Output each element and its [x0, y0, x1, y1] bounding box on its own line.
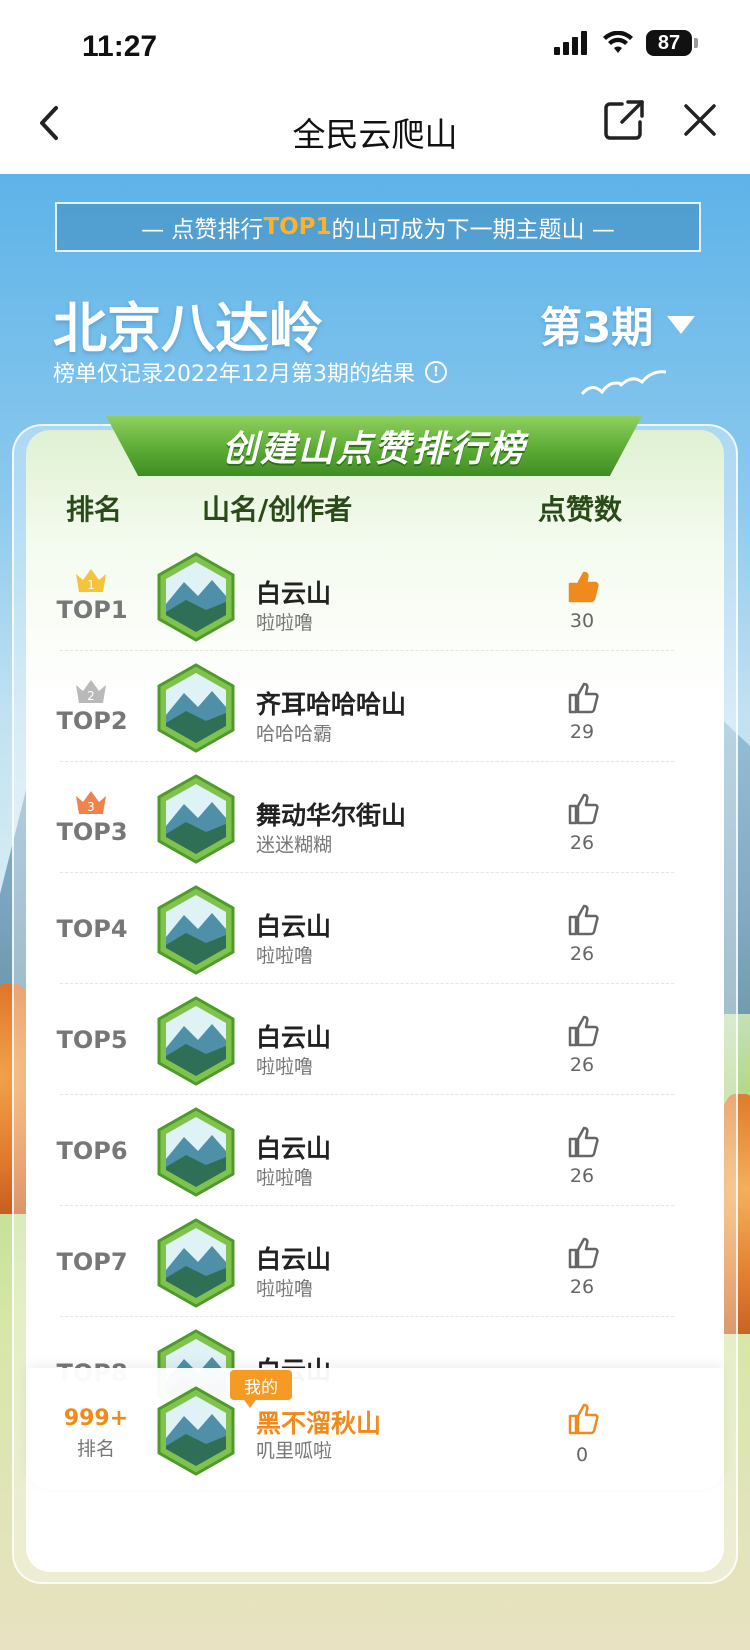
period-selector[interactable]: 第3期	[540, 294, 696, 355]
thumbs-up-icon[interactable]	[566, 1014, 600, 1048]
banner-prefix: — 点赞排行	[141, 217, 264, 243]
creator-name: 啦啦噜	[256, 612, 314, 634]
creator-name: 啦啦噜	[256, 1278, 314, 1300]
my-like-count: 0	[575, 1444, 589, 1466]
close-icon[interactable]	[680, 100, 720, 140]
rank-label: TOP6	[56, 1137, 128, 1165]
status-time: 11:27	[82, 30, 158, 63]
list-item[interactable]: TOP5 白云山啦啦噜 26	[26, 984, 724, 1095]
mountain-name: 白云山	[256, 1023, 332, 1052]
mountain-name: 舞动华尔街山	[256, 801, 407, 830]
info-icon[interactable]: !	[424, 361, 447, 383]
svg-text:1: 1	[87, 578, 95, 592]
my-rank-label: 排名	[76, 1438, 115, 1460]
period-label: 第3期	[540, 303, 654, 352]
creator-name: 迷迷糊糊	[256, 834, 333, 856]
caret-down-icon	[667, 315, 696, 334]
like-count: 26	[569, 1054, 595, 1076]
mountain-name: 白云山	[256, 912, 332, 941]
record-note: 榜单仅记录2022年12月第3期的结果 !	[53, 356, 447, 388]
rule-banner: — 点赞排行 TOP1 的山可成为下一期主题山 —	[55, 202, 701, 252]
like-count: 26	[569, 832, 595, 854]
my-tag: 我的	[230, 1370, 292, 1408]
mountain-badge-icon	[157, 996, 235, 1086]
column-rank: 排名	[66, 493, 123, 526]
list-item[interactable]: TOP4 白云山啦啦噜 26	[26, 873, 724, 984]
creator-name: 啦啦噜	[256, 945, 314, 967]
column-likes: 点赞数	[538, 493, 623, 526]
my-author: 叽里呱啦	[256, 1440, 333, 1462]
mountain-badge-icon	[157, 1386, 235, 1476]
thumbs-up-icon[interactable]	[566, 1125, 600, 1159]
battery-tip	[694, 38, 698, 48]
rank-label: TOP7	[56, 1248, 128, 1276]
mountain-badge-icon	[157, 1218, 235, 1308]
birds-icon	[580, 370, 667, 396]
my-rank: 999+	[63, 1406, 129, 1431]
mountain-badge-icon	[157, 663, 235, 753]
column-name: 山名/创作者	[202, 493, 353, 526]
list-item[interactable]: 1 TOP1 白云山啦啦噜 30	[26, 540, 724, 651]
creator-name: 啦啦噜	[256, 1167, 314, 1189]
thumbs-up-icon[interactable]	[566, 1402, 600, 1436]
creator-name: 啦啦噜	[256, 1056, 314, 1078]
like-count: 29	[569, 721, 595, 743]
thumbs-up-icon[interactable]	[566, 903, 600, 937]
my-entry[interactable]: 999+ 排名 我的 黑不溜秋山 叽里呱啦 0	[26, 1368, 724, 1490]
my-mountain-name: 黑不溜秋山	[256, 1409, 382, 1438]
status-icons: 87	[554, 30, 698, 56]
nav-bar: 全民云爬山	[0, 72, 750, 174]
share-icon[interactable]	[602, 98, 646, 142]
crown-icon: 1	[74, 566, 108, 594]
rank-label: TOP1	[56, 596, 128, 624]
thumbs-up-icon[interactable]	[566, 681, 600, 715]
mountain-name: 白云山	[256, 579, 332, 608]
rank-label: TOP2	[56, 707, 128, 735]
thumbs-up-icon[interactable]	[566, 1236, 600, 1270]
list-item[interactable]: 2 TOP2 齐耳哈哈哈山哈哈哈霸 29	[26, 651, 724, 762]
status-bar: 11:27 87	[0, 0, 750, 72]
svg-text:3: 3	[87, 800, 95, 814]
crown-icon: 2	[74, 677, 108, 705]
mountain-badge-icon	[157, 1107, 235, 1197]
rank-label: TOP4	[56, 915, 128, 943]
board-title: 创建山点赞排行榜	[106, 416, 642, 476]
record-note-text: 榜单仅记录2022年12月第3期的结果	[53, 362, 415, 387]
rank-label: TOP3	[56, 818, 128, 846]
wifi-icon	[603, 31, 633, 53]
thumbs-up-icon[interactable]	[566, 570, 600, 604]
crown-icon: 3	[74, 788, 108, 816]
thumbs-up-icon[interactable]	[566, 792, 600, 826]
like-count: 26	[569, 1276, 595, 1298]
list-item[interactable]: TOP7 白云山啦啦噜 26	[26, 1206, 724, 1317]
rank-label: TOP5	[56, 1026, 128, 1054]
mountain-badge-icon	[157, 552, 235, 642]
list-item[interactable]: 3 TOP3 舞动华尔街山迷迷糊糊 26	[26, 762, 724, 873]
mountain-name: 齐耳哈哈哈山	[256, 690, 407, 719]
like-count: 30	[569, 610, 595, 632]
svg-text:2: 2	[87, 689, 95, 703]
mountain-badge-icon	[157, 774, 235, 864]
mountain-name: 白云山	[256, 1134, 332, 1163]
like-count: 26	[569, 1165, 595, 1187]
creator-name: 哈哈哈霸	[256, 723, 333, 745]
list-item[interactable]: TOP6 白云山啦啦噜 26	[26, 1095, 724, 1206]
banner-highlight: TOP1	[263, 214, 332, 240]
mountain-badge-icon	[157, 885, 235, 975]
signal-icon	[554, 31, 587, 55]
like-count: 26	[569, 943, 595, 965]
banner-suffix: 的山可成为下一期主题山 —	[331, 217, 615, 243]
battery-icon: 87	[646, 30, 692, 56]
mountain-name: 白云山	[256, 1245, 332, 1274]
mountain-title: 北京八达岭	[53, 297, 323, 360]
leaderboard-rows: 1 TOP1 白云山 啦啦噜 30 2 TOP2 齐耳哈哈哈山 哈哈哈霸 29 3 TOP3 舞动华尔街…	[26, 540, 724, 1440]
